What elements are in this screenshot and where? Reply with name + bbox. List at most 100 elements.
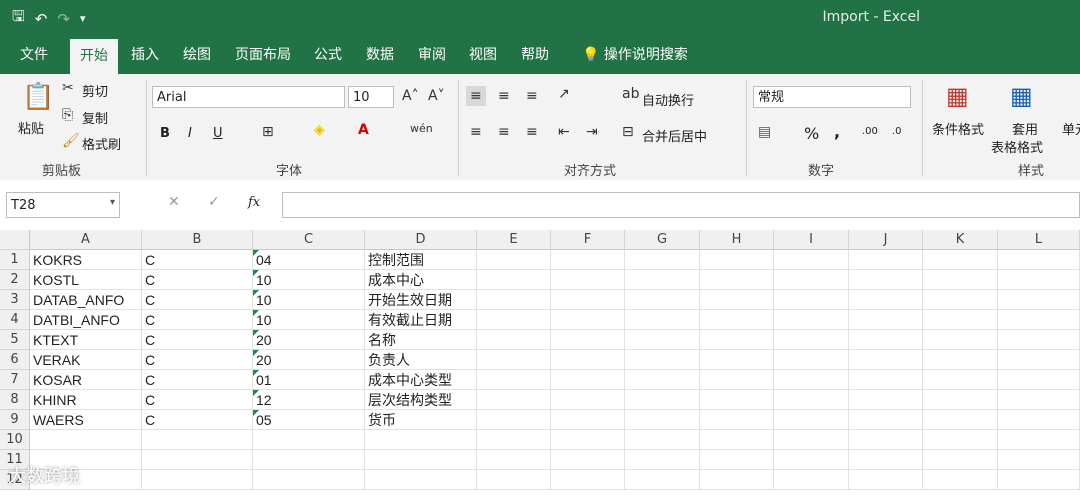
align-bottom-icon[interactable]: ≡ bbox=[526, 88, 538, 104]
format-painter-button[interactable]: 格式刷 bbox=[82, 134, 121, 153]
cell-C9[interactable]: 05 bbox=[253, 410, 365, 430]
cell-J9[interactable] bbox=[849, 410, 923, 430]
cell-J6[interactable] bbox=[849, 350, 923, 370]
font-size-select[interactable]: 10 bbox=[348, 86, 394, 108]
cell-A1[interactable]: KOKRS bbox=[30, 250, 142, 270]
cell-I5[interactable] bbox=[774, 330, 849, 350]
cell-C5[interactable]: 20 bbox=[253, 330, 365, 350]
cell-L10[interactable] bbox=[998, 430, 1080, 450]
cell-G4[interactable] bbox=[625, 310, 700, 330]
cell-J8[interactable] bbox=[849, 390, 923, 410]
cell-I6[interactable] bbox=[774, 350, 849, 370]
decrease-decimal-button[interactable]: .0 bbox=[892, 126, 902, 137]
cell-L5[interactable] bbox=[998, 330, 1080, 350]
column-header-H[interactable]: H bbox=[700, 230, 774, 250]
cell-I4[interactable] bbox=[774, 310, 849, 330]
cell-K6[interactable] bbox=[923, 350, 998, 370]
cell-F12[interactable] bbox=[551, 470, 625, 490]
row-header-1[interactable]: 1 bbox=[0, 250, 30, 270]
column-header-A[interactable]: A bbox=[30, 230, 142, 250]
cell-F2[interactable] bbox=[551, 270, 625, 290]
cell-H3[interactable] bbox=[700, 290, 774, 310]
align-right-icon[interactable]: ≡ bbox=[526, 124, 538, 140]
tab-data[interactable]: 数据 bbox=[356, 36, 404, 74]
cell-B8[interactable]: C bbox=[142, 390, 253, 410]
cell-I9[interactable] bbox=[774, 410, 849, 430]
cell-L2[interactable] bbox=[998, 270, 1080, 290]
percent-button[interactable]: % bbox=[804, 124, 819, 143]
cell-L4[interactable] bbox=[998, 310, 1080, 330]
cell-B7[interactable]: C bbox=[142, 370, 253, 390]
cell-K4[interactable] bbox=[923, 310, 998, 330]
wrap-text-button[interactable]: 自动换行 bbox=[642, 90, 694, 109]
cell-K3[interactable] bbox=[923, 290, 998, 310]
cell-G7[interactable] bbox=[625, 370, 700, 390]
select-all-corner[interactable] bbox=[0, 230, 30, 250]
cell-C8[interactable]: 12 bbox=[253, 390, 365, 410]
worksheet-grid[interactable]: A B C D E F G H I J K L 1 KOKRS C 04 控制范围 2 KOSTL C 10 成本中心 3 D… bbox=[0, 230, 1080, 496]
column-header-G[interactable]: G bbox=[625, 230, 700, 250]
cell-J11[interactable] bbox=[849, 450, 923, 470]
cell-I11[interactable] bbox=[774, 450, 849, 470]
cell-K11[interactable] bbox=[923, 450, 998, 470]
tab-draw[interactable]: 绘图 bbox=[173, 36, 221, 74]
cell-B5[interactable]: C bbox=[142, 330, 253, 350]
cell-L8[interactable] bbox=[998, 390, 1080, 410]
cell-E10[interactable] bbox=[477, 430, 551, 450]
cell-F9[interactable] bbox=[551, 410, 625, 430]
cell-F6[interactable] bbox=[551, 350, 625, 370]
undo-icon[interactable]: ↶ bbox=[35, 10, 48, 28]
font-color-icon[interactable]: A bbox=[358, 122, 369, 138]
cell-B11[interactable] bbox=[142, 450, 253, 470]
decrease-indent-icon[interactable]: ⇤ bbox=[558, 124, 570, 140]
row-header-7[interactable]: 7 bbox=[0, 370, 30, 390]
cell-H9[interactable] bbox=[700, 410, 774, 430]
cell-D11[interactable] bbox=[365, 450, 477, 470]
paste-button[interactable]: 粘贴 bbox=[18, 118, 44, 137]
cell-D5[interactable]: 名称 bbox=[365, 330, 477, 350]
cell-D12[interactable] bbox=[365, 470, 477, 490]
increase-decimal-button[interactable]: .00 bbox=[862, 126, 878, 137]
tab-review[interactable]: 审阅 bbox=[408, 36, 456, 74]
cell-B3[interactable]: C bbox=[142, 290, 253, 310]
cell-L7[interactable] bbox=[998, 370, 1080, 390]
column-header-I[interactable]: I bbox=[774, 230, 849, 250]
cut-icon[interactable]: ✂ bbox=[62, 80, 74, 96]
tab-insert[interactable]: 插入 bbox=[121, 36, 169, 74]
cell-C12[interactable] bbox=[253, 470, 365, 490]
cell-C3[interactable]: 10 bbox=[253, 290, 365, 310]
column-header-J[interactable]: J bbox=[849, 230, 923, 250]
cell-B10[interactable] bbox=[142, 430, 253, 450]
cell-D8[interactable]: 层次结构类型 bbox=[365, 390, 477, 410]
align-top-icon[interactable]: ≡ bbox=[466, 86, 486, 106]
cell-H10[interactable] bbox=[700, 430, 774, 450]
cell-D9[interactable]: 货币 bbox=[365, 410, 477, 430]
cell-L3[interactable] bbox=[998, 290, 1080, 310]
cell-L11[interactable] bbox=[998, 450, 1080, 470]
cell-E9[interactable] bbox=[477, 410, 551, 430]
row-header-10[interactable]: 10 bbox=[0, 430, 30, 450]
cell-A3[interactable]: DATAB_ANFO bbox=[30, 290, 142, 310]
cell-L6[interactable] bbox=[998, 350, 1080, 370]
cell-J3[interactable] bbox=[849, 290, 923, 310]
row-header-9[interactable]: 9 bbox=[0, 410, 30, 430]
row-header-5[interactable]: 5 bbox=[0, 330, 30, 350]
name-box[interactable]: T28 bbox=[6, 192, 120, 218]
cell-I1[interactable] bbox=[774, 250, 849, 270]
cell-J1[interactable] bbox=[849, 250, 923, 270]
cell-H1[interactable] bbox=[700, 250, 774, 270]
cell-F11[interactable] bbox=[551, 450, 625, 470]
cell-C2[interactable]: 10 bbox=[253, 270, 365, 290]
decrease-font-icon[interactable]: A˅ bbox=[428, 88, 445, 104]
cell-A2[interactable]: KOSTL bbox=[30, 270, 142, 290]
cell-F5[interactable] bbox=[551, 330, 625, 350]
cell-F4[interactable] bbox=[551, 310, 625, 330]
borders-icon[interactable]: ⊞ bbox=[262, 124, 274, 140]
cell-F8[interactable] bbox=[551, 390, 625, 410]
wrap-text-icon[interactable]: ab bbox=[622, 86, 639, 102]
tab-help[interactable]: 帮助 bbox=[511, 36, 559, 74]
cell-I8[interactable] bbox=[774, 390, 849, 410]
align-center-icon[interactable]: ≡ bbox=[498, 124, 510, 140]
cell-G5[interactable] bbox=[625, 330, 700, 350]
cell-D10[interactable] bbox=[365, 430, 477, 450]
